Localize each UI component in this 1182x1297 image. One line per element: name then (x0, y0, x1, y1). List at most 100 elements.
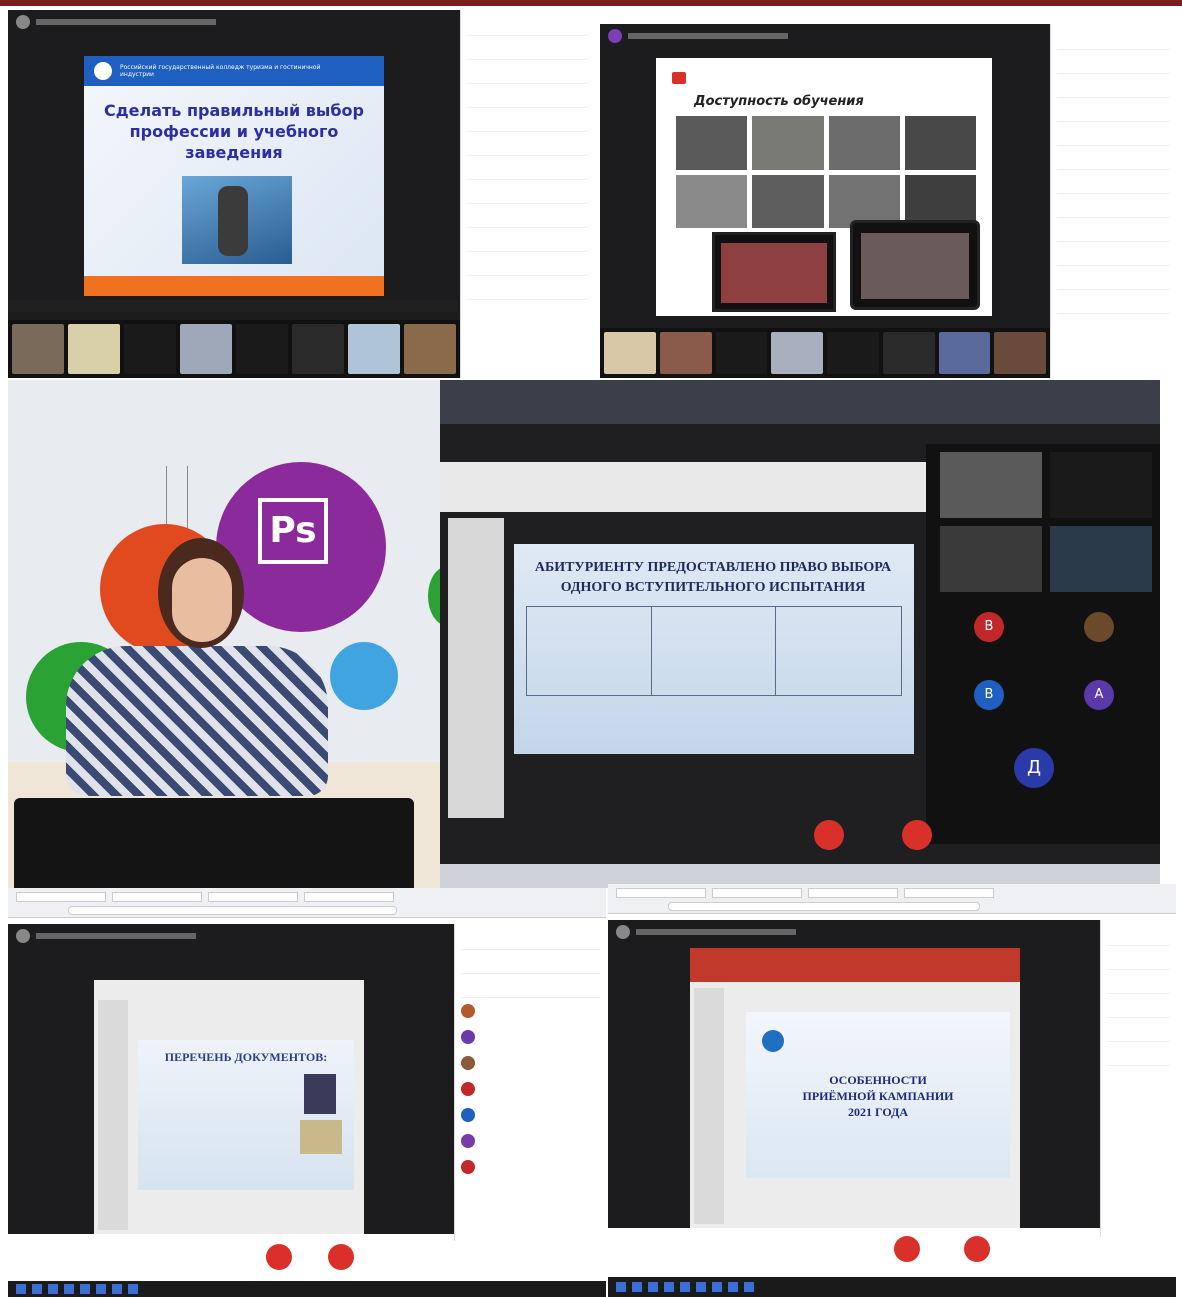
browser-tab[interactable] (712, 888, 802, 898)
participant-avatar[interactable]: Д (1014, 748, 1054, 788)
option-table (526, 606, 902, 696)
participant-video[interactable] (12, 324, 64, 374)
browser-tab[interactable] (112, 892, 202, 902)
participant-avatar[interactable] (461, 1160, 475, 1174)
participant-video[interactable] (771, 332, 823, 374)
browser-tabs (8, 888, 606, 918)
address-bar[interactable] (668, 902, 981, 911)
participant-video[interactable] (1050, 526, 1152, 592)
camera-button[interactable] (328, 1244, 354, 1270)
ppt-ribbon (440, 462, 930, 512)
slide: ПЕРЕЧЕНЬ ДОКУМЕНТОВ: (138, 1040, 354, 1190)
participant-video[interactable] (348, 324, 400, 374)
participant-video[interactable] (659, 332, 712, 374)
participant-video[interactable] (827, 332, 879, 374)
blue-circle (330, 642, 398, 710)
photo-grid (676, 116, 976, 228)
participant-video[interactable] (604, 332, 656, 374)
participant-video[interactable] (882, 332, 935, 374)
participant-avatar[interactable]: В (974, 680, 1004, 710)
ppt-window: ПЕРЕЧЕНЬ ДОКУМЕНТОВ: (94, 980, 364, 1234)
end-call-button[interactable] (266, 1244, 292, 1270)
chat-sidebar (1100, 920, 1176, 1237)
participant-avatar[interactable]: В (974, 612, 1004, 642)
slide-title: ПЕРЕЧЕНЬ ДОКУМЕНТОВ: (164, 1050, 328, 1064)
table-column (527, 607, 652, 695)
end-call-button[interactable] (814, 820, 844, 850)
participant-avatar[interactable] (461, 1134, 475, 1148)
slide-title: ОСОБЕННОСТИ ПРИЁМНОЙ КАМПАНИИ 2021 ГОДА (802, 1073, 954, 1119)
participants-panel: В В А Д (926, 444, 1160, 844)
participant-avatar[interactable] (461, 1030, 475, 1044)
camera-button[interactable] (964, 1236, 990, 1262)
presenter-body (66, 646, 328, 796)
ppt-thumbnails (98, 1000, 128, 1230)
windows-taskbar (8, 300, 458, 312)
conference-panel-1: Росcийский государственный колледж туриз… (8, 10, 594, 378)
avatar (16, 15, 30, 29)
video-frame (712, 232, 836, 312)
participant-video[interactable] (236, 324, 288, 374)
top-rule (0, 0, 1182, 6)
passport-image (304, 1074, 336, 1114)
table-column (652, 607, 777, 695)
athlete-figure (218, 186, 248, 256)
meeting-title (628, 33, 788, 39)
ppt-thumbnails (694, 988, 724, 1224)
participant-avatar[interactable] (461, 1004, 475, 1018)
browser-chrome (440, 380, 1160, 424)
participant-video[interactable] (404, 324, 456, 374)
browser-tabs (608, 884, 1176, 914)
browser-tab[interactable] (208, 892, 298, 902)
photo-tile (752, 174, 824, 228)
slide-photo (182, 176, 292, 264)
participant-thumbnails (8, 320, 460, 378)
photo-tile (676, 174, 748, 228)
diploma-image (300, 1120, 342, 1154)
conference-panel-5: ПЕРЕЧЕНЬ ДОКУМЕНТОВ: (8, 888, 606, 1297)
photo-tile (752, 116, 824, 170)
presenter-photo: Ps (8, 380, 440, 888)
university-logo-icon (762, 1030, 784, 1052)
camera-button[interactable] (902, 820, 932, 850)
participant-video[interactable] (715, 332, 768, 374)
address-bar[interactable] (68, 906, 397, 915)
meeting-title (636, 929, 796, 935)
participant-video[interactable] (994, 332, 1046, 374)
screen: АБИТУРИЕНТУ ПРЕДОСТАВЛЕНО ПРАВО ВЫБОРА О… (440, 424, 1160, 864)
photo-tile (676, 116, 748, 170)
slide-title: АБИТУРИЕНТУ ПРЕДОСТАВЛЕНО ПРАВО ВЫБОРА О… (534, 560, 892, 595)
slide: АБИТУРИЕНТУ ПРЕДОСТАВЛЕНО ПРАВО ВЫБОРА О… (514, 544, 914, 754)
participant-video[interactable] (1050, 452, 1152, 518)
participant-video[interactable] (938, 332, 991, 374)
participant-avatar[interactable]: А (1084, 680, 1114, 710)
avatar (608, 29, 622, 43)
slide-header-band: Росcийский государственный колледж туриз… (84, 56, 384, 86)
end-call-button[interactable] (894, 1236, 920, 1262)
participant-video[interactable] (180, 324, 232, 374)
browser-tab[interactable] (16, 892, 106, 902)
participant-avatar[interactable] (461, 1082, 475, 1096)
browser-tab[interactable] (616, 888, 706, 898)
ppt-ribbon (690, 948, 1020, 982)
participant-avatar[interactable] (1084, 612, 1114, 642)
participant-video[interactable] (68, 324, 120, 374)
browser-tab[interactable] (904, 888, 994, 898)
participant-avatar[interactable] (461, 1108, 475, 1122)
slide-title: Сделать правильный выбор профессии и уче… (104, 101, 364, 162)
browser-tab[interactable] (808, 888, 898, 898)
participant-thumbnails (600, 328, 1050, 378)
slide: ОСОБЕННОСТИ ПРИЁМНОЙ КАМПАНИИ 2021 ГОДА (746, 1012, 1010, 1178)
participant-video[interactable] (940, 526, 1042, 592)
participant-video[interactable] (940, 452, 1042, 518)
video-frame (850, 220, 980, 310)
slide-title: Доступность обучения (694, 94, 864, 109)
photoshop-icon: Ps (258, 498, 328, 564)
college-logo-icon (94, 62, 112, 80)
participant-video[interactable] (292, 324, 344, 374)
browser-tab[interactable] (304, 892, 394, 902)
participant-avatar[interactable] (461, 1056, 475, 1070)
chat-sidebar (1050, 24, 1176, 378)
windows-taskbar (608, 1277, 1176, 1297)
participant-video[interactable] (124, 324, 176, 374)
